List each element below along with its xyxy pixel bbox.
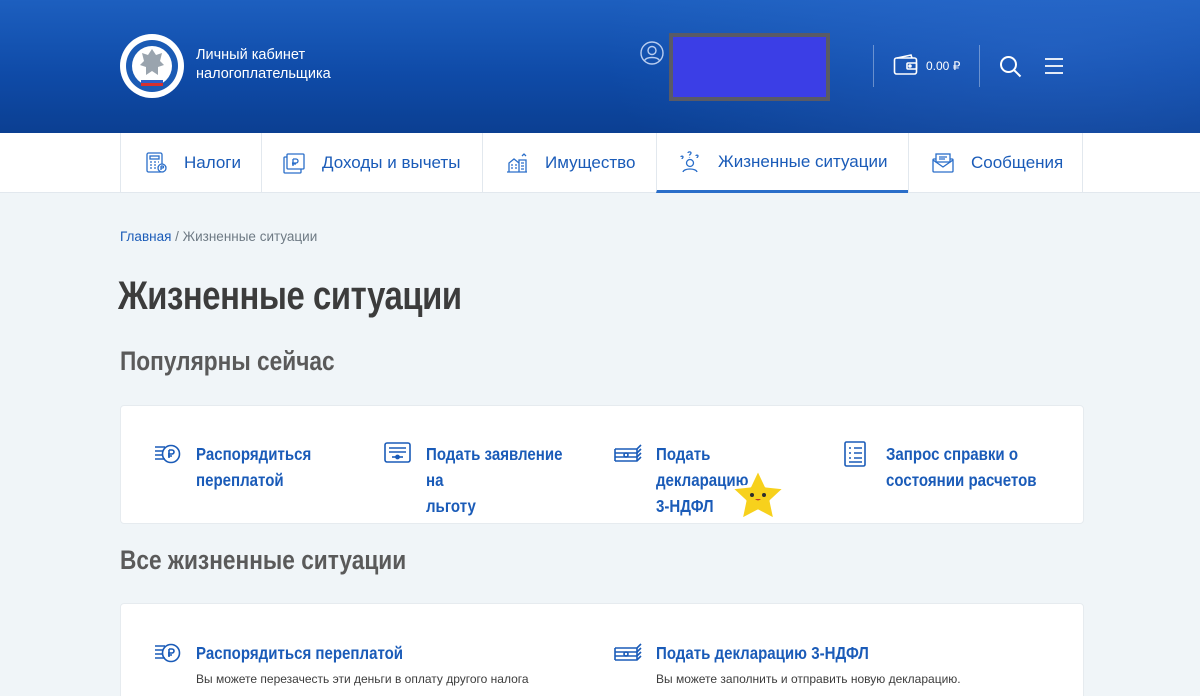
- breadcrumb: Главная / Жизненные ситуации: [120, 229, 317, 244]
- envelope-icon: [932, 153, 954, 173]
- document-card-icon: [384, 442, 411, 463]
- breadcrumb-separator: /: [171, 229, 183, 244]
- brand-line1: Личный кабинет: [196, 47, 306, 63]
- popular-tile-settlement-certificate[interactable]: Запрос справки о состоянии расчетов: [844, 441, 1064, 493]
- all-situations-heading: Все жизненные ситуации: [120, 545, 407, 575]
- tile-label: Подать заявление на льготу: [426, 444, 563, 516]
- menu-icon[interactable]: [1043, 57, 1065, 75]
- calculator-icon: [146, 152, 167, 173]
- divider: [873, 45, 874, 87]
- tile-label: Распорядиться переплатой: [196, 444, 312, 490]
- divider: [979, 45, 980, 87]
- situation-description: Вы можете заполнить и отправить новую де…: [656, 672, 961, 686]
- property-icon: [507, 153, 527, 173]
- main-nav: Налоги Доходы и вычеты Имущество Жизненн…: [0, 133, 1200, 193]
- situation-description: Вы можете перезачесть эти деньги в оплат…: [196, 672, 529, 686]
- user-name-redacted[interactable]: [669, 33, 830, 101]
- user-icon[interactable]: [640, 41, 664, 65]
- emblem-logo[interactable]: [119, 33, 185, 99]
- nav-label: Сообщения: [971, 153, 1064, 172]
- star-mascot-icon: [729, 467, 787, 522]
- nav-label: Имущество: [545, 153, 636, 172]
- banknotes-icon: [614, 444, 642, 462]
- page-title: Жизненные ситуации: [118, 274, 462, 318]
- brand-line2: налогоплательщика: [196, 66, 331, 82]
- popular-tile-overpayment[interactable]: Распорядиться переплатой: [154, 441, 354, 493]
- ruble-coins-icon: [155, 444, 181, 464]
- situation-text: Распорядиться переплатой Вы можете перез…: [196, 640, 529, 686]
- nav-label: Жизненные ситуации: [718, 151, 888, 171]
- brand-title[interactable]: Личный кабинет налогоплательщика: [196, 46, 331, 84]
- ruble-coins-icon: [155, 643, 181, 663]
- situation-item-overpayment[interactable]: Распорядиться переплатой Вы можете перез…: [154, 640, 594, 686]
- breadcrumb-home[interactable]: Главная: [120, 229, 171, 244]
- wallet-icon[interactable]: [893, 54, 918, 76]
- account-balance[interactable]: 0.00 ₽: [926, 59, 960, 73]
- breadcrumb-current: Жизненные ситуации: [182, 229, 318, 244]
- nav-item-income[interactable]: Доходы и вычеты: [261, 133, 482, 193]
- popular-tile-benefit-application[interactable]: Подать заявление на льготу: [384, 441, 599, 519]
- nav-item-messages[interactable]: Сообщения: [908, 133, 1083, 193]
- nav-item-taxes[interactable]: Налоги: [120, 133, 261, 193]
- banknotes-icon: [614, 643, 642, 661]
- site-header: Личный кабинет налогоплательщика 0.00 ₽: [0, 0, 1200, 133]
- life-situations-icon: [680, 150, 699, 172]
- nav-label: Налоги: [184, 153, 241, 172]
- tile-label: Запрос справки о состоянии расчетов: [886, 444, 1037, 490]
- nav-item-life-situations[interactable]: Жизненные ситуации: [656, 133, 908, 193]
- income-icon: [283, 153, 305, 174]
- nav-label: Доходы и вычеты: [322, 153, 461, 172]
- search-icon[interactable]: [999, 55, 1022, 78]
- situation-text: Подать декларацию 3-НДФЛ Вы можете запол…: [656, 640, 961, 686]
- situation-label: Распорядиться переплатой: [196, 643, 404, 663]
- checklist-icon: [844, 441, 866, 467]
- nav-item-property[interactable]: Имущество: [482, 133, 656, 193]
- popular-heading: Популярны сейчас: [120, 346, 335, 376]
- situation-label: Подать декларацию 3-НДФЛ: [656, 643, 869, 663]
- situation-item-3ndfl-declaration[interactable]: Подать декларацию 3-НДФЛ Вы можете запол…: [614, 640, 1054, 686]
